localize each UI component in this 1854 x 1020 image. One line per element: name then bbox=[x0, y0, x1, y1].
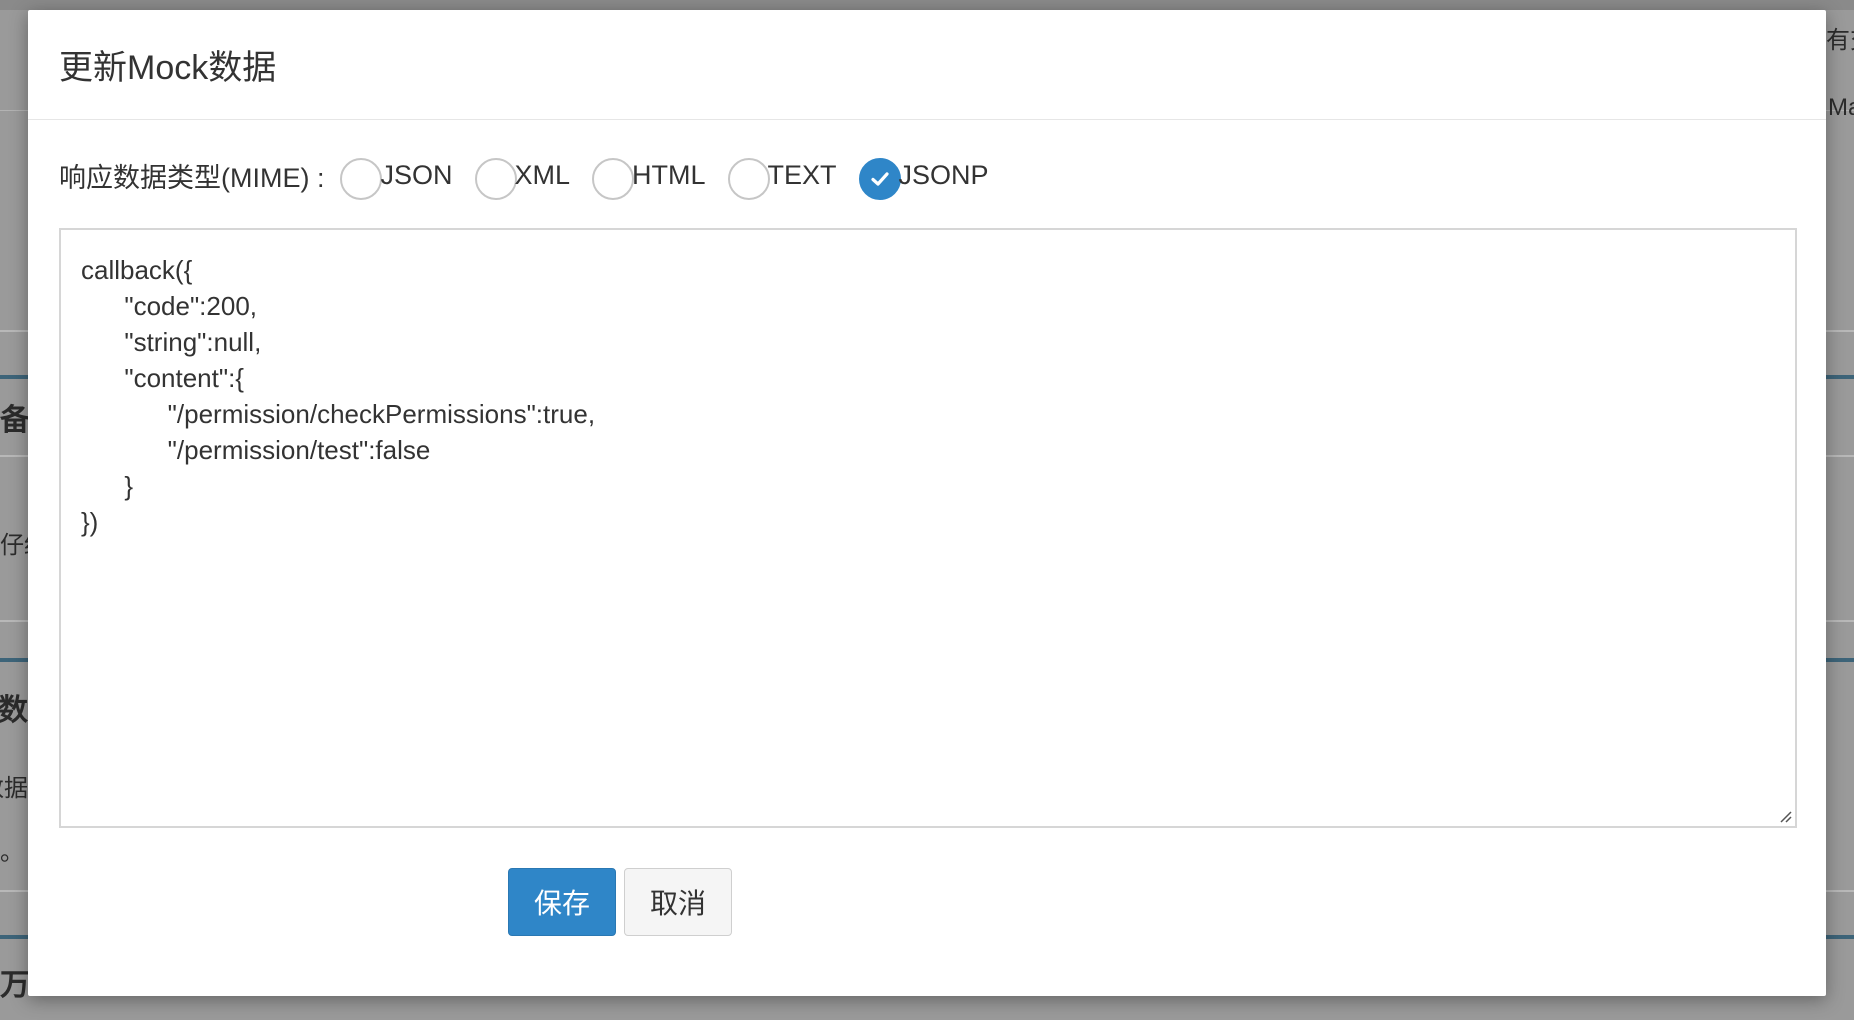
radio-xml[interactable]: XML bbox=[474, 150, 571, 200]
dialog-header: 更新Mock数据 bbox=[28, 10, 1826, 120]
radio-label: TEXT bbox=[767, 159, 837, 190]
bg-text-fragment: 数据 bbox=[0, 775, 28, 802]
radio-button[interactable] bbox=[592, 158, 635, 200]
radio-label: HTML bbox=[632, 159, 706, 190]
dialog-title: 更新Mock数据 bbox=[59, 49, 277, 87]
bg-text-fragment: 。 bbox=[0, 839, 24, 866]
check-icon bbox=[870, 172, 889, 186]
bg-text-fragment: 有交 bbox=[1826, 27, 1854, 54]
save-button[interactable]: 保存 bbox=[508, 868, 616, 936]
radio-label: XML bbox=[514, 159, 571, 190]
radio-button[interactable] bbox=[858, 158, 901, 200]
radio-button[interactable] bbox=[340, 158, 383, 200]
radio-label: JSONP bbox=[898, 159, 989, 190]
bg-text-fragment: k数 bbox=[0, 694, 28, 727]
radio-json[interactable]: JSON bbox=[340, 150, 453, 200]
bg-text-fragment: 仔细 bbox=[0, 532, 28, 559]
mock-data-content[interactable]: callback({ "code":200, "string":null, "c… bbox=[61, 230, 1795, 562]
radio-html[interactable]: HTML bbox=[592, 150, 706, 200]
update-mock-dialog: 更新Mock数据 响应数据类型(MIME) : JSON XML HTML TE… bbox=[28, 10, 1826, 996]
radio-text[interactable]: TEXT bbox=[727, 150, 837, 200]
bg-text-fragment: 备 bbox=[0, 404, 28, 437]
mock-data-textarea[interactable]: callback({ "code":200, "string":null, "c… bbox=[59, 228, 1797, 828]
bg-text-fragment: Ma bbox=[1828, 94, 1854, 121]
radio-button[interactable] bbox=[727, 158, 770, 200]
bg-text-fragment: 万 bbox=[0, 969, 28, 1002]
radio-button[interactable] bbox=[474, 158, 517, 200]
cancel-button[interactable]: 取消 bbox=[624, 868, 732, 936]
dialog-footer: 保存 取消 bbox=[508, 868, 732, 936]
resize-handle-icon[interactable] bbox=[1777, 808, 1793, 824]
radio-jsonp[interactable]: JSONP bbox=[858, 150, 989, 200]
bg-top-strip bbox=[0, 0, 1854, 10]
radio-label: JSON bbox=[380, 159, 453, 190]
mime-type-row: 响应数据类型(MIME) : JSON XML HTML TEXT JSONP bbox=[59, 150, 1011, 200]
mime-type-label: 响应数据类型(MIME) : bbox=[59, 162, 325, 193]
